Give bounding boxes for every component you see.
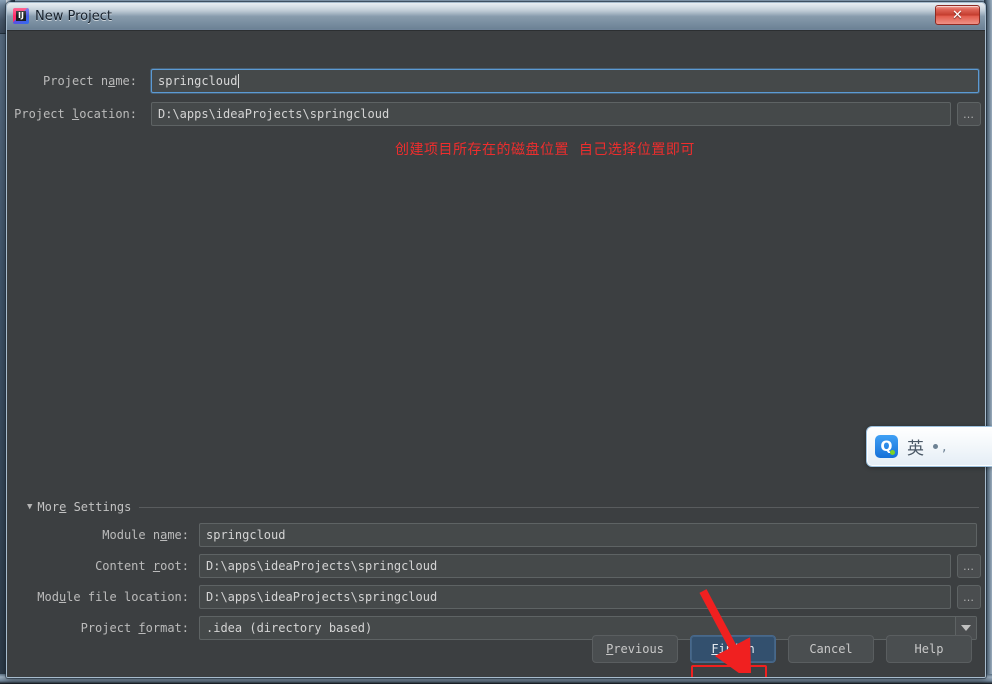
ellipsis-icon: … (963, 107, 975, 121)
dialog-title-bar[interactable]: IJ New Project ✕ (7, 3, 985, 30)
project-name-label: Project name: (43, 74, 137, 88)
module-file-location-browse-button[interactable]: … (957, 585, 981, 609)
help-button[interactable]: Help (886, 635, 972, 663)
qq-ime-logo-icon[interactable]: Q (875, 435, 898, 458)
module-file-location-input[interactable]: D:\apps\ideaProjects\springcloud (199, 585, 951, 609)
ime-punctuation-toggle[interactable]: , (933, 440, 946, 454)
more-settings-label: More Settings (37, 500, 132, 514)
module-name-label: Module name: (102, 528, 189, 542)
project-location-input[interactable]: D:\apps\ideaProjects\springcloud (151, 102, 951, 126)
punct-comma-icon: , (942, 438, 947, 455)
module-name-input[interactable]: springcloud (199, 523, 977, 547)
ime-language-mode-button[interactable]: 英 (907, 434, 924, 459)
module-file-location-value: D:\apps\ideaProjects\springcloud (206, 590, 438, 604)
project-name-value: springcloud (158, 74, 238, 88)
annotation-note: 创建项目所存在的磁盘位置 自己选择位置即可 (395, 142, 695, 158)
project-name-row: Project name: springcloud (7, 69, 981, 93)
dialog-button-bar: Previous Finish Cancel Help (592, 635, 972, 663)
project-format-label: Project format: (80, 621, 189, 635)
dialog-body: Project name: springcloud Project locati… (7, 30, 985, 677)
new-project-dialog: IJ New Project ✕ Project name: springclo… (6, 2, 986, 678)
ime-status-dot-icon (890, 450, 895, 455)
close-icon: ✕ (952, 7, 963, 23)
project-name-input[interactable]: springcloud (151, 69, 979, 93)
annotation-highlight-rect (691, 665, 767, 677)
project-format-value: .idea (directory based) (206, 621, 373, 635)
project-location-label: Project location: (14, 107, 137, 121)
project-location-browse-button[interactable]: … (957, 102, 981, 126)
module-file-location-label: Module file location: (37, 590, 189, 604)
cancel-button[interactable]: Cancel (788, 635, 874, 663)
ime-floating-bar[interactable]: Q 英 , (866, 426, 992, 467)
chevron-down-icon: ▼ (27, 501, 33, 512)
content-root-value: D:\apps\ideaProjects\springcloud (206, 559, 438, 573)
ellipsis-icon: … (963, 559, 975, 573)
content-root-browse-button[interactable]: … (957, 554, 981, 578)
module-file-location-row: Module file location: D:\apps\ideaProjec… (7, 585, 981, 609)
text-caret (238, 74, 240, 88)
punct-dot-icon (933, 444, 938, 449)
close-button[interactable]: ✕ (935, 5, 980, 25)
dialog-title: New Project (35, 8, 112, 24)
module-name-row: Module name: springcloud (7, 523, 981, 547)
previous-button[interactable]: Previous (592, 635, 678, 663)
project-location-row: Project location: D:\apps\ideaProjects\s… (7, 102, 981, 126)
project-location-value: D:\apps\ideaProjects\springcloud (158, 107, 390, 121)
content-root-label: Content root: (95, 559, 189, 573)
intellij-idea-icon: IJ (13, 8, 29, 24)
finish-button[interactable]: Finish (690, 635, 776, 663)
section-divider (139, 506, 979, 508)
ellipsis-icon: … (963, 590, 975, 604)
content-root-row: Content root: D:\apps\ideaProjects\sprin… (7, 554, 981, 578)
more-settings-section-header[interactable]: ▼ More Settings (27, 500, 979, 514)
content-root-input[interactable]: D:\apps\ideaProjects\springcloud (199, 554, 951, 578)
module-name-value: springcloud (206, 528, 286, 542)
